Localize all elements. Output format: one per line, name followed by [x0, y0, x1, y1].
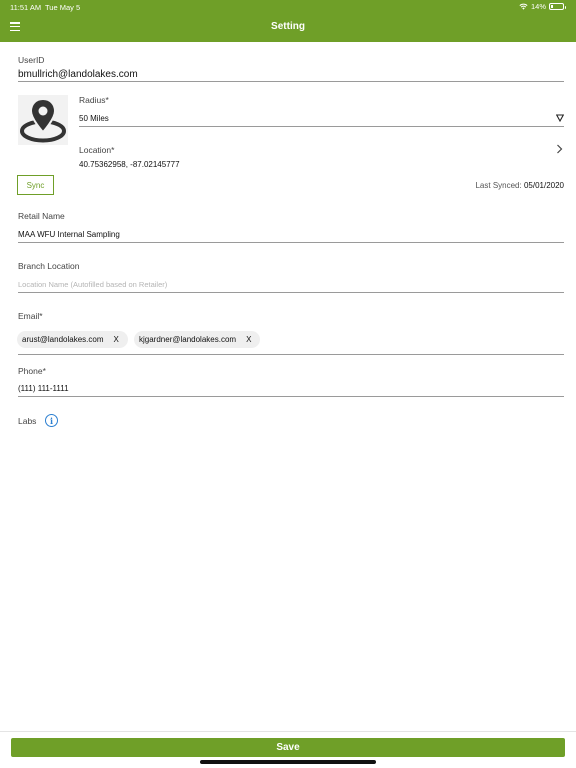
radius-select[interactable]: 50 Miles: [79, 114, 109, 123]
footer-divider: [0, 731, 576, 732]
labs-label: Labs: [18, 416, 37, 426]
email-chip-text: arust@landolakes.com: [22, 335, 104, 344]
location-tile: [18, 95, 68, 145]
remove-email-icon[interactable]: X: [114, 335, 119, 344]
app-header: 11:51 AM Tue May 5 14% Setting: [0, 0, 576, 42]
home-indicator: [200, 760, 376, 764]
userid-value: bmullrich@landolakes.com: [18, 69, 138, 80]
map-pin-icon: [20, 97, 66, 143]
retail-name-underline: [18, 242, 564, 243]
remove-email-icon[interactable]: X: [246, 335, 251, 344]
email-label: Email*: [18, 311, 43, 321]
page-title: Setting: [271, 21, 305, 32]
status-indicators: 14%: [519, 2, 566, 11]
wifi-icon: [519, 3, 528, 10]
status-time: 11:51 AM: [10, 3, 42, 12]
phone-field[interactable]: (111) 111-1111: [18, 384, 69, 393]
radius-label: Radius*: [79, 95, 109, 105]
branch-location-label: Branch Location: [18, 261, 80, 271]
phone-label: Phone*: [18, 366, 46, 376]
sync-button[interactable]: Sync: [17, 175, 54, 195]
userid-underline: [18, 81, 564, 82]
save-button[interactable]: Save: [11, 738, 565, 757]
location-label: Location*: [79, 145, 115, 155]
userid-label: UserID: [18, 55, 45, 65]
location-coordinates: 40.75362958, -87.02145777: [79, 160, 180, 169]
branch-location-input[interactable]: Location Name (Autofilled based on Retai…: [18, 280, 167, 289]
phone-underline: [18, 396, 564, 397]
chevron-right-icon[interactable]: [556, 144, 563, 154]
last-synced: Last Synced: 05/01/2020: [475, 181, 564, 190]
status-date: Tue May 5: [45, 3, 81, 12]
email-chip-text: kjgardner@landolakes.com: [139, 335, 237, 344]
last-synced-label: Last Synced:: [475, 181, 522, 190]
battery-fill: [551, 5, 553, 8]
info-icon[interactable]: i: [45, 414, 58, 427]
branch-location-underline: [18, 292, 564, 293]
last-synced-date: 05/01/2020: [523, 181, 564, 190]
battery-percent: 14%: [530, 2, 546, 11]
retail-name-field[interactable]: MAA WFU Internal Sampling: [18, 230, 120, 239]
radius-underline: [79, 126, 564, 127]
status-bar: 11:51 AM Tue May 5 14%: [0, 0, 576, 14]
battery-icon: [549, 3, 566, 10]
retail-name-label: Retail Name: [18, 211, 65, 221]
email-chip: kjgardner@landolakes.com X: [134, 331, 261, 348]
email-chip: arust@landolakes.com X: [17, 331, 128, 348]
dropdown-triangle-icon[interactable]: [556, 114, 564, 122]
email-underline: [18, 354, 564, 355]
